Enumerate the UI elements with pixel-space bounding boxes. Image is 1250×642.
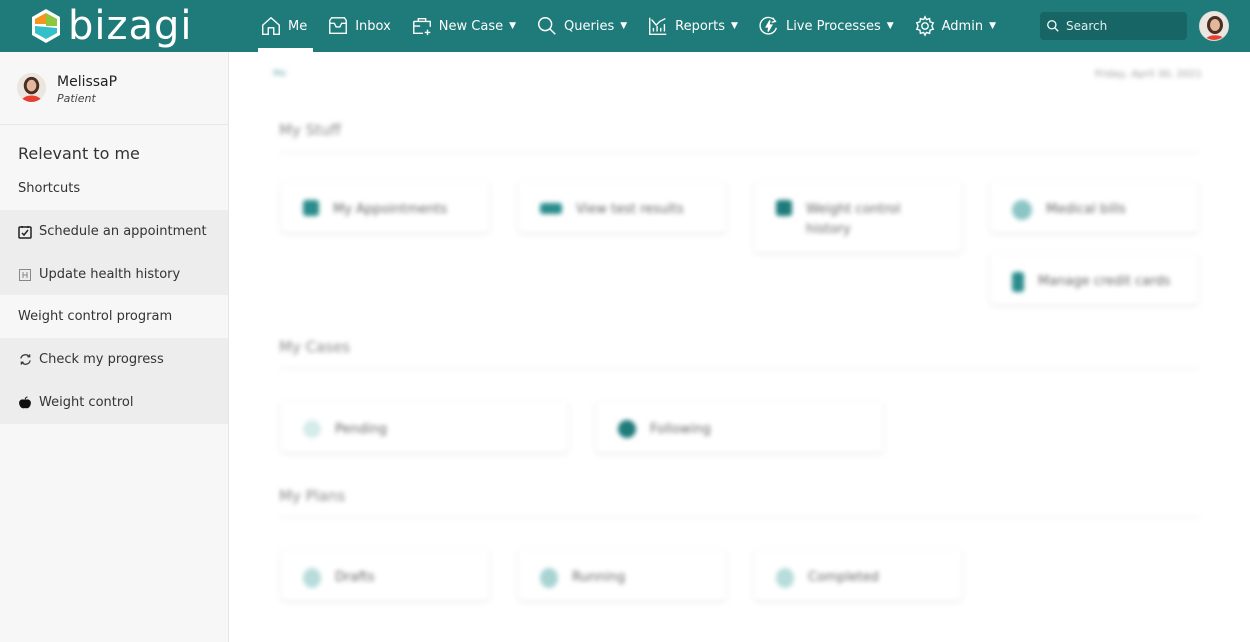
sidebar-item-label: Weight control (39, 395, 134, 410)
nav-me[interactable]: Me (258, 0, 314, 52)
brand-name: bizagi (68, 3, 193, 49)
nav-me-label: Me (288, 18, 308, 34)
nav-inbox[interactable]: Inbox (325, 0, 397, 52)
completed-icon (776, 568, 794, 588)
section-weight-control-program: Weight control program (0, 295, 228, 338)
sidebar-item-schedule-appointment[interactable]: Schedule an appointment (0, 210, 228, 253)
nav-reports[interactable]: Reports ▼ (645, 0, 744, 52)
nav-reports-label: Reports (675, 18, 726, 34)
drafts-icon (303, 568, 321, 588)
nav-new-case-label: New Case (438, 18, 504, 34)
user-photo-icon (17, 73, 46, 102)
search-icon (1047, 20, 1059, 32)
section-title-my-cases: My Cases (279, 338, 351, 356)
main-content: Me Friday, April 30, 2021 My Stuff My Ap… (229, 52, 1250, 642)
sidebar-item-label: Check my progress (39, 352, 164, 367)
search-input[interactable] (1066, 19, 1176, 33)
nav-live-processes[interactable]: Live Processes ▼ (756, 0, 900, 52)
tile-drafts[interactable]: Drafts (281, 550, 489, 600)
tile-label: Drafts (335, 570, 375, 585)
chevron-down-icon: ▼ (731, 21, 738, 31)
nav-live-processes-label: Live Processes (785, 18, 881, 34)
nav-admin-label: Admin (941, 18, 984, 34)
nav-admin[interactable]: Admin ▼ (912, 0, 1002, 52)
relevant-to-me-title: Relevant to me (18, 144, 140, 163)
gear-icon (915, 15, 934, 37)
apple-icon (18, 396, 32, 410)
nav-queries[interactable]: Queries ▼ (534, 0, 633, 52)
tile-my-appointments[interactable]: My Appointments (281, 182, 489, 232)
results-icon (540, 203, 562, 214)
tile-pending[interactable]: Pending (281, 402, 568, 452)
tile-label: Medical bills (1046, 202, 1126, 217)
divider (279, 517, 1199, 518)
tile-manage-credit-cards[interactable]: Manage credit cards (990, 254, 1198, 304)
global-search[interactable] (1040, 12, 1187, 40)
sidebar-item-check-my-progress[interactable]: Check my progress (0, 338, 228, 381)
tile-label: View test results (576, 202, 684, 217)
tile-view-test-results[interactable]: View test results (518, 182, 726, 232)
tile-completed[interactable]: Completed (754, 550, 962, 600)
section-shortcuts: Shortcuts (0, 167, 228, 210)
dollar-icon (1012, 272, 1024, 292)
calendar-check-icon (18, 225, 32, 239)
new-case-icon (412, 17, 431, 36)
tile-label: Following (650, 422, 711, 437)
document-icon (303, 200, 319, 216)
nav-queries-label: Queries (564, 18, 615, 34)
health-history-icon (18, 268, 32, 282)
chevron-down-icon: ▼ (886, 21, 894, 31)
section-title-my-stuff: My Stuff (279, 121, 341, 139)
divider (279, 368, 1199, 369)
breadcrumb[interactable]: Me (273, 69, 286, 79)
user-profile[interactable]: MelissaP Patient (0, 52, 228, 125)
sidebar-item-weight-control[interactable]: Weight control (0, 381, 228, 424)
history-icon (776, 200, 792, 216)
bizagi-logo-icon (32, 9, 60, 43)
main-nav: Me Inbox New Case ▼ Queries ▼ Reports ▼ … (258, 0, 1014, 52)
home-icon (262, 16, 280, 35)
pending-icon (303, 420, 321, 438)
tile-weight-control-history[interactable]: Weight control history (754, 182, 962, 252)
chevron-down-icon: ▼ (620, 21, 628, 31)
section-title-my-plans: My Plans (279, 487, 346, 505)
tile-label: Completed (808, 570, 879, 585)
tile-running[interactable]: Running (518, 550, 726, 600)
chevron-down-icon: ▼ (509, 21, 517, 31)
chart-icon (649, 17, 667, 35)
sidebar-item-label: Schedule an appointment (39, 224, 207, 239)
sidebar-item-update-health-history[interactable]: Update health history (0, 253, 228, 296)
nav-inbox-label: Inbox (355, 18, 391, 34)
user-name: MelissaP (57, 74, 118, 90)
tile-label: My Appointments (333, 202, 448, 217)
nav-new-case[interactable]: New Case ▼ (409, 0, 522, 52)
star-icon (618, 420, 636, 438)
refresh-icon (18, 353, 32, 367)
running-icon (540, 568, 558, 588)
avatar (17, 73, 46, 102)
lightning-icon (759, 16, 777, 35)
user-avatar-menu[interactable] (1199, 11, 1229, 41)
sidebar-item-label: Update health history (39, 267, 181, 282)
top-navigation-bar: bizagi Me Inbox New Case ▼ Queries ▼ Rep… (0, 0, 1250, 52)
tile-label: Manage credit cards (1038, 274, 1171, 289)
bill-icon (1012, 200, 1032, 220)
inbox-icon (329, 17, 348, 35)
tile-following[interactable]: Following (596, 402, 883, 452)
tile-label: Running (572, 570, 626, 585)
chevron-down-icon: ▼ (989, 21, 996, 31)
user-photo-icon (1200, 12, 1228, 40)
bizagi-logo[interactable]: bizagi (30, 4, 193, 48)
sidebar: MelissaP Patient Relevant to me Shortcut… (0, 52, 229, 642)
tile-label: Weight control history (806, 202, 901, 237)
user-role: Patient (57, 92, 96, 105)
tile-medical-bills[interactable]: Medical bills (990, 182, 1198, 232)
divider (279, 152, 1199, 153)
current-date: Friday, April 30, 2021 (1094, 69, 1202, 80)
tile-label: Pending (335, 422, 387, 437)
search-icon (538, 17, 556, 35)
